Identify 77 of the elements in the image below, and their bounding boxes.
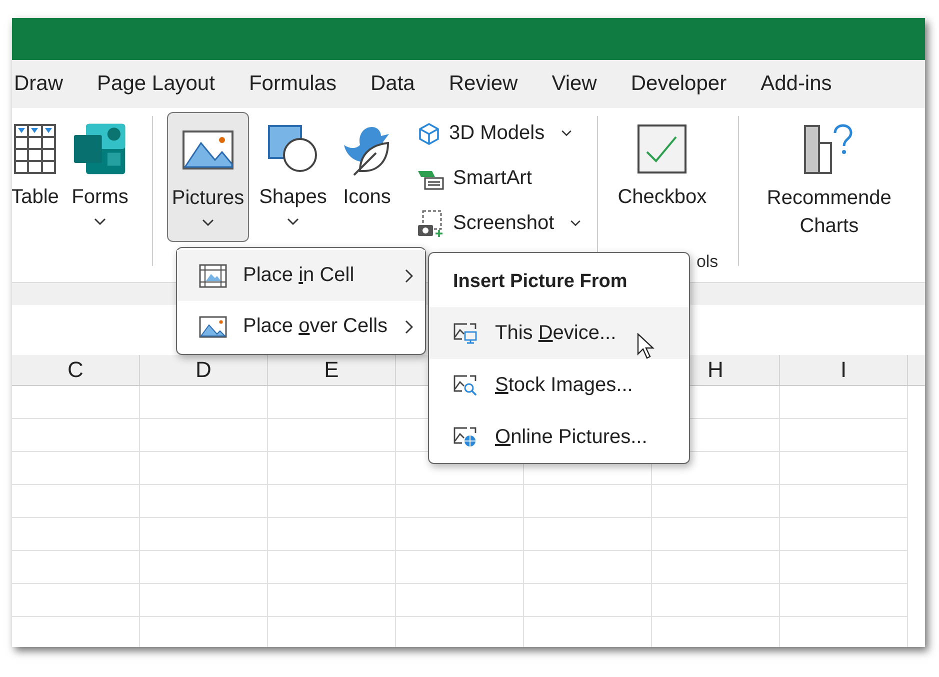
spreadsheet-cell[interactable] xyxy=(396,518,524,551)
spreadsheet-cell[interactable] xyxy=(780,584,908,617)
spreadsheet-cell[interactable] xyxy=(396,551,524,584)
spreadsheet-cell[interactable] xyxy=(780,485,908,518)
ribbon-tab[interactable]: Formulas xyxy=(248,72,336,96)
chevron-right-icon xyxy=(405,268,413,282)
menu-item[interactable]: This Device... xyxy=(429,307,689,359)
spreadsheet-cell[interactable] xyxy=(140,518,268,551)
spreadsheet-cell[interactable] xyxy=(652,485,780,518)
spreadsheet-cell[interactable] xyxy=(12,485,140,518)
spreadsheet-cell[interactable] xyxy=(140,584,268,617)
spreadsheet-cell[interactable] xyxy=(268,551,396,584)
spreadsheet-cell[interactable] xyxy=(524,584,652,617)
icons-button[interactable]: Icons xyxy=(343,184,391,210)
spreadsheet-cell[interactable] xyxy=(268,485,396,518)
menu-item[interactable]: Place in Cell xyxy=(177,250,425,301)
spreadsheet-cell[interactable] xyxy=(524,518,652,551)
group-label: ols xyxy=(696,252,718,272)
menu-item[interactable]: Place over Cells xyxy=(177,301,425,352)
ribbon-tab[interactable]: Draw xyxy=(14,72,64,96)
cursor-icon xyxy=(637,333,655,359)
picture-in-cell-icon xyxy=(199,264,227,288)
spreadsheet-cell[interactable] xyxy=(140,419,268,452)
column-header[interactable]: I xyxy=(780,355,908,385)
spreadsheet-cell[interactable] xyxy=(12,419,140,452)
spreadsheet-cell[interactable] xyxy=(12,518,140,551)
spreadsheet-cell[interactable] xyxy=(268,386,396,419)
spreadsheet-cell[interactable] xyxy=(524,485,652,518)
spreadsheet-cell[interactable] xyxy=(268,452,396,485)
ribbon-tab[interactable]: Developer xyxy=(630,72,727,96)
forms-button[interactable]: Forms xyxy=(72,184,128,210)
ribbon-tab[interactable]: Add-ins xyxy=(760,72,832,96)
spreadsheet-cell[interactable] xyxy=(268,518,396,551)
spreadsheet-cell[interactable] xyxy=(780,452,908,485)
spreadsheet-cell[interactable] xyxy=(12,584,140,617)
spreadsheet-cell[interactable] xyxy=(780,419,908,452)
picture-icon xyxy=(453,374,477,396)
spreadsheet-cell[interactable] xyxy=(396,485,524,518)
ribbon-tab[interactable]: Data xyxy=(370,72,415,96)
checkbox-button[interactable]: Checkbox xyxy=(618,184,707,210)
spreadsheet-cell[interactable] xyxy=(268,419,396,452)
ribbon-button[interactable]: Screenshot xyxy=(453,212,562,235)
pictures-button[interactable]: Pictures xyxy=(167,112,249,242)
picture-icon xyxy=(453,322,477,344)
chevron-right-icon xyxy=(405,320,413,334)
menu-item[interactable]: Online Pictures... xyxy=(429,411,689,463)
spreadsheet-cell[interactable] xyxy=(652,518,780,551)
ribbon-button[interactable]: SmartArt xyxy=(453,167,540,190)
submenu-title: Insert Picture From xyxy=(452,270,628,294)
pictures-label: Pictures xyxy=(172,186,244,211)
spreadsheet-cell[interactable] xyxy=(780,551,908,584)
spreadsheet-cell[interactable] xyxy=(396,584,524,617)
picture-icon xyxy=(453,426,477,448)
recommended-charts-button[interactable]: Recommende Charts xyxy=(766,184,892,240)
checkbox-icon xyxy=(637,122,688,176)
spreadsheet-cell[interactable] xyxy=(780,386,908,419)
spreadsheet-cell[interactable] xyxy=(140,452,268,485)
picture-icon xyxy=(199,316,227,338)
screenshot-icon xyxy=(417,210,445,238)
shapes-button[interactable]: Shapes xyxy=(259,184,327,210)
spreadsheet-cell[interactable] xyxy=(12,551,140,584)
ribbon-tab[interactable]: Review xyxy=(448,72,518,96)
spreadsheet-cell[interactable] xyxy=(12,386,140,419)
spreadsheet-cell[interactable] xyxy=(524,551,652,584)
ribbon-button[interactable]: 3D Models xyxy=(449,122,553,145)
spreadsheet-cell[interactable] xyxy=(12,452,140,485)
ribbon-tab[interactable]: View xyxy=(552,72,597,96)
ribbon-tab[interactable]: Page Layout xyxy=(97,72,215,96)
column-header[interactable]: C xyxy=(12,355,140,385)
spreadsheet-cell[interactable] xyxy=(140,551,268,584)
spreadsheet-cell[interactable] xyxy=(140,485,268,518)
cube-icon xyxy=(417,122,441,146)
spreadsheet-cell[interactable] xyxy=(268,584,396,617)
spreadsheet-cell[interactable] xyxy=(652,584,780,617)
spreadsheet-cell[interactable] xyxy=(652,551,780,584)
spreadsheet-cell[interactable] xyxy=(140,386,268,419)
spreadsheet-cell[interactable] xyxy=(780,518,908,551)
